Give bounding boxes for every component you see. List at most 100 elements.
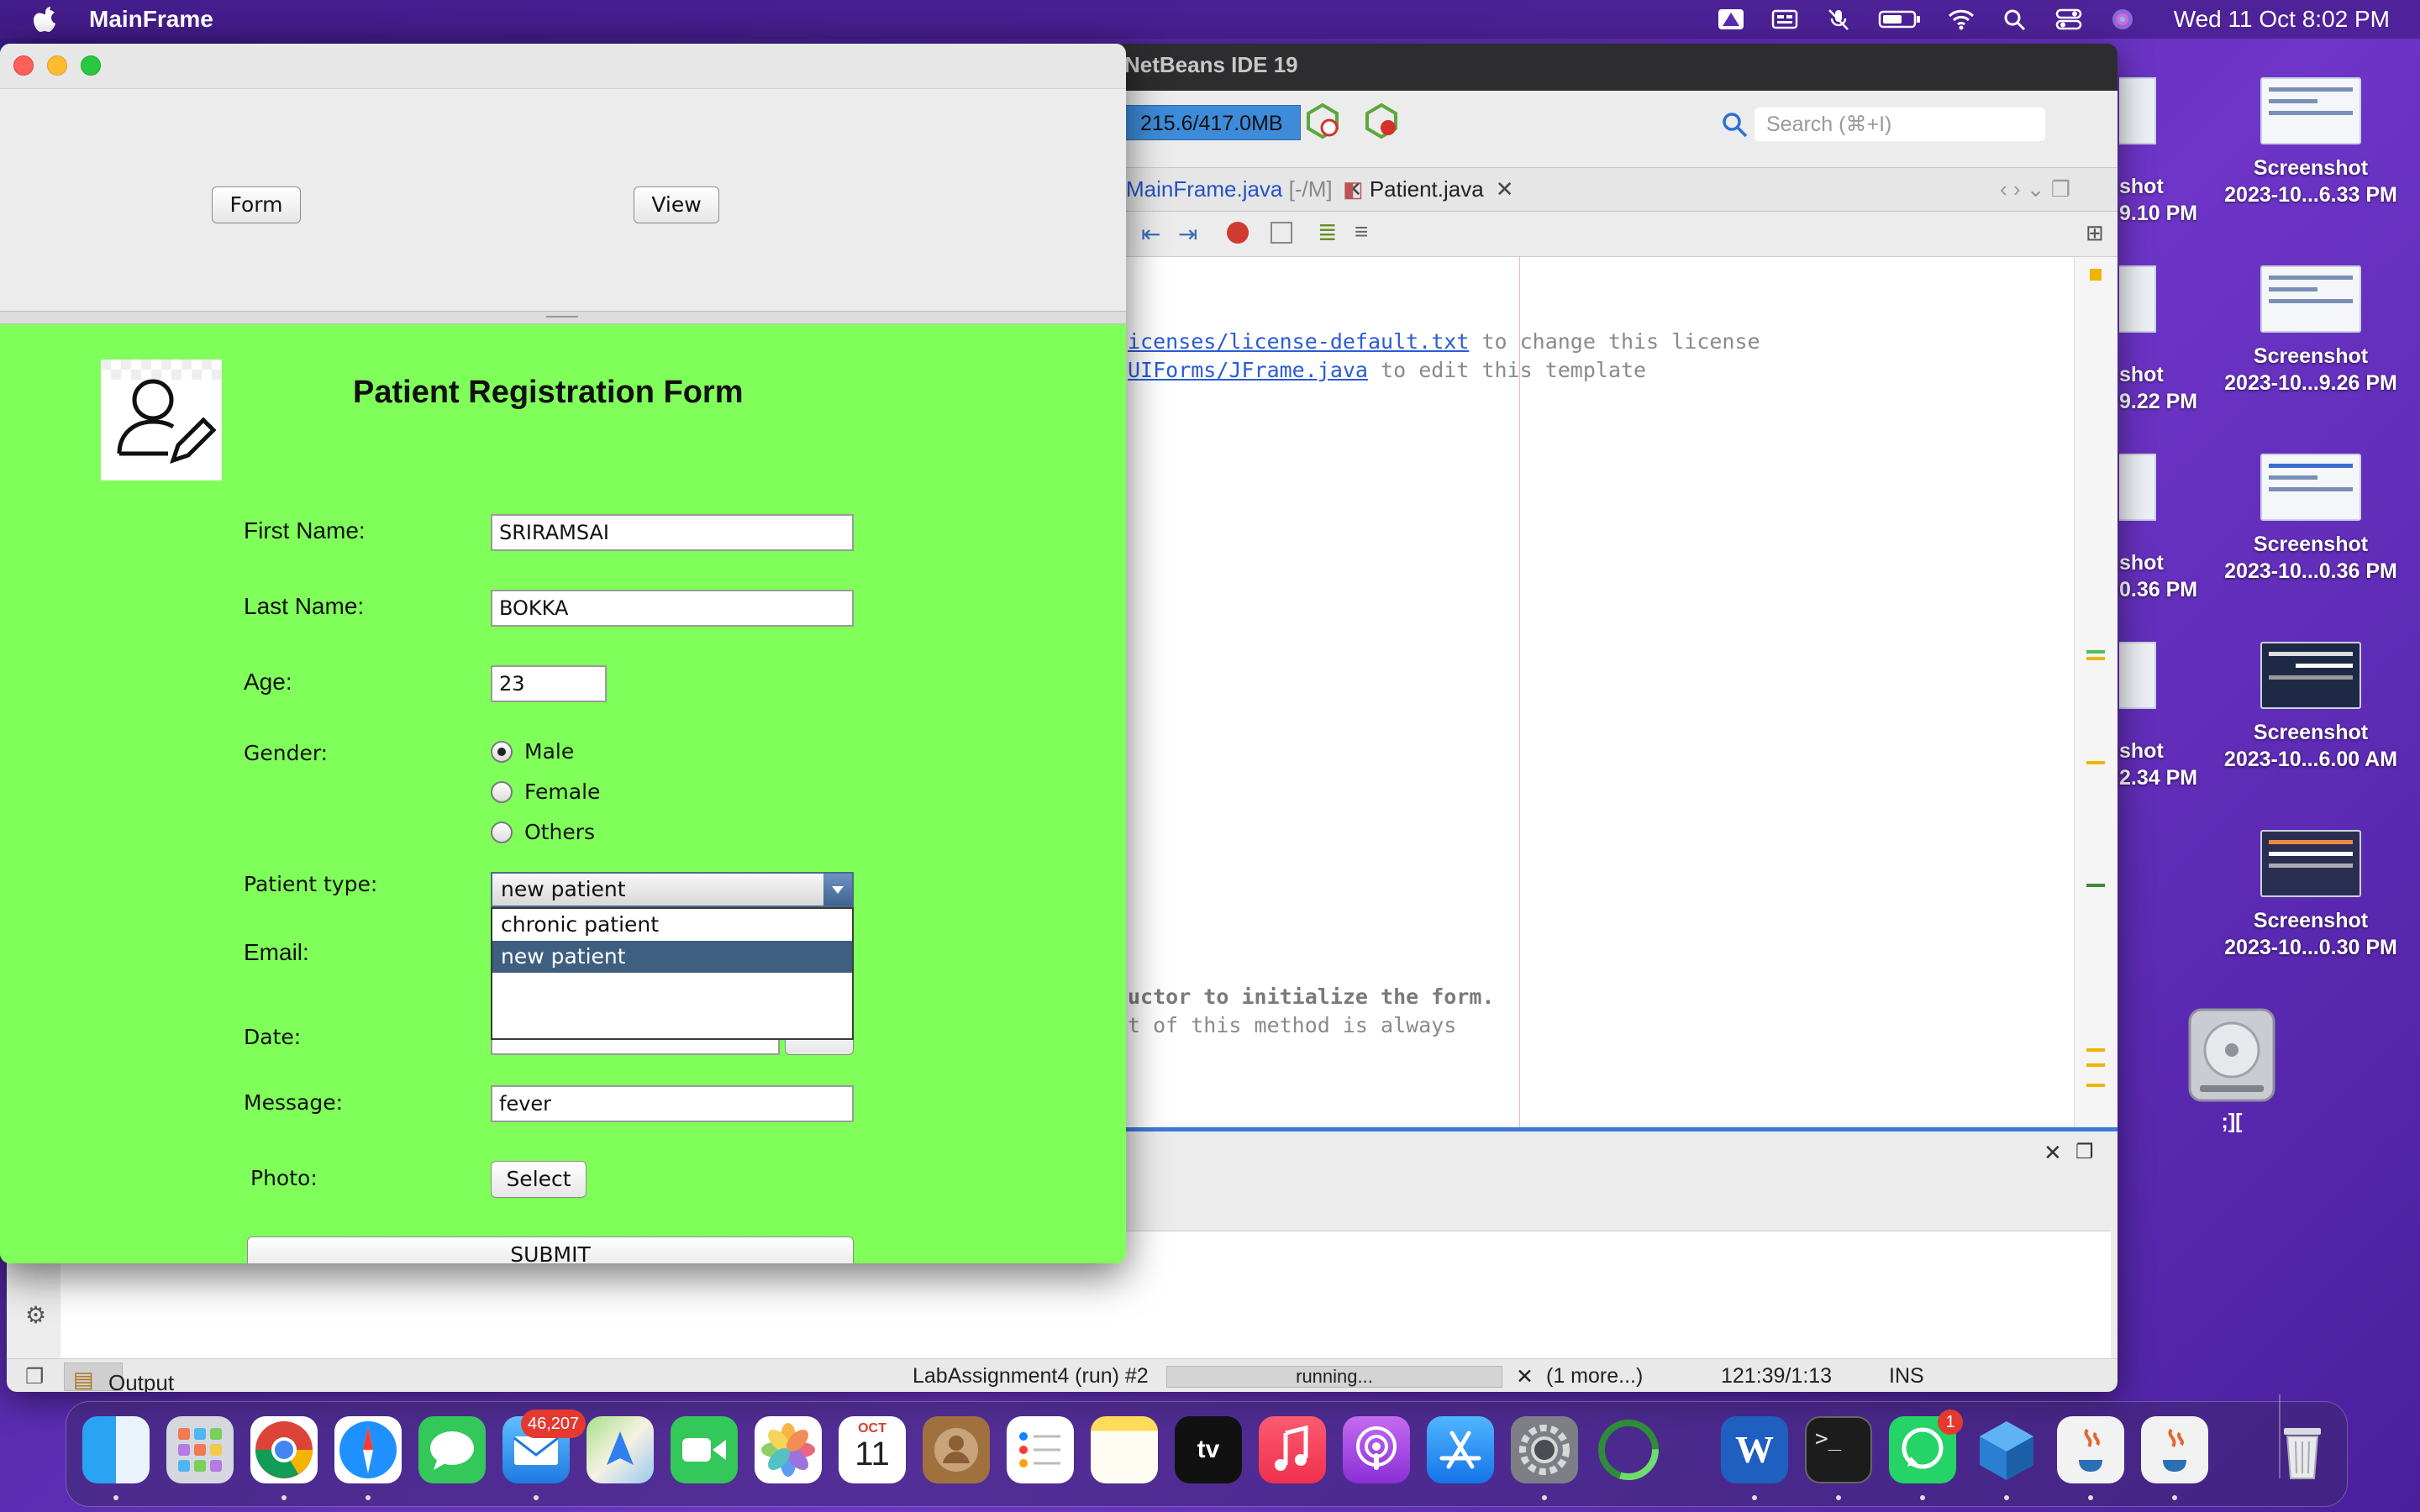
editor-error-stripe[interactable] bbox=[2074, 257, 2118, 1129]
desktop-disk[interactable]: ;][ bbox=[2181, 1005, 2282, 1134]
split-editor-icon[interactable]: ⊞ bbox=[2086, 220, 2104, 246]
photos-icon[interactable] bbox=[755, 1416, 822, 1483]
contacts-icon[interactable] bbox=[923, 1416, 990, 1483]
view-button[interactable]: View bbox=[634, 186, 719, 223]
gender-others-radio[interactable] bbox=[491, 822, 513, 843]
spotlight-icon[interactable] bbox=[2001, 8, 2029, 31]
desktop-screenshot-file[interactable]: Screenshot 2023-10...6.00 AM bbox=[2210, 642, 2412, 773]
close-icon[interactable]: ✕ bbox=[2044, 1140, 2062, 1166]
java-icon[interactable] bbox=[2141, 1416, 2208, 1483]
submit-button[interactable]: SUBMIT bbox=[247, 1236, 854, 1263]
apple-icon[interactable] bbox=[32, 5, 59, 34]
tab-patient-java[interactable]: ◧ Patient.java ✕ bbox=[1343, 176, 1513, 202]
maps-icon[interactable] bbox=[587, 1416, 654, 1483]
caret-position[interactable]: 121:39/1:13 bbox=[1721, 1364, 1832, 1389]
desktop-screenshot-file[interactable]: Screenshot 2023-10...0.36 PM bbox=[2210, 454, 2412, 585]
gender-male-label[interactable]: Male bbox=[524, 739, 574, 764]
app-store-icon[interactable] bbox=[1427, 1416, 1494, 1483]
search-icon[interactable] bbox=[1719, 109, 1749, 139]
form-button[interactable]: Form bbox=[212, 186, 301, 223]
calendar-icon[interactable]: OCT 11 bbox=[839, 1416, 906, 1483]
java-icon[interactable] bbox=[2057, 1416, 2124, 1483]
netbeans-title: NetBeans IDE 19 bbox=[1124, 52, 1298, 77]
notes-icon[interactable] bbox=[1091, 1416, 1158, 1483]
profile-snapshot-icon[interactable] bbox=[1363, 102, 1400, 139]
uncomment-icon[interactable]: ≡ bbox=[1355, 218, 1368, 245]
siri-icon[interactable] bbox=[2108, 8, 2137, 31]
restore-icon[interactable]: ❐ bbox=[2075, 1140, 2094, 1164]
comment-icon[interactable]: ≣ bbox=[1318, 218, 1337, 246]
desktop-screenshot-file-partial[interactable]: shot 9.10 PM bbox=[2119, 173, 2197, 227]
chrome-icon[interactable] bbox=[250, 1416, 318, 1483]
whatsapp-badge: 1 bbox=[1938, 1410, 1963, 1435]
apple-tv-icon[interactable]: tv bbox=[1175, 1416, 1242, 1483]
cancel-run-icon[interactable]: ✕ bbox=[1516, 1364, 1534, 1389]
patient-type-dropdown[interactable]: new patient bbox=[491, 872, 854, 907]
music-icon[interactable] bbox=[1259, 1416, 1326, 1483]
control-center-icon[interactable] bbox=[2054, 8, 2083, 31]
minimize-panel-icon[interactable]: ❐ bbox=[25, 1364, 44, 1389]
output-settings-icon[interactable]: ⚙ bbox=[25, 1301, 46, 1329]
output-tab[interactable]: ▤ Output bbox=[64, 1362, 174, 1392]
more-tasks-link[interactable]: (1 more...) bbox=[1546, 1364, 1643, 1389]
record-macro-icon[interactable] bbox=[1227, 222, 1249, 244]
patient-type-label: Patient type: bbox=[244, 872, 378, 896]
file-name-line2: 2023-10...0.36 PM bbox=[2224, 559, 2397, 583]
chevron-down-icon[interactable] bbox=[823, 874, 852, 906]
desktop-screenshot-file[interactable]: Screenshot 2023-10...6.33 PM bbox=[2210, 77, 2412, 208]
shift-left-icon[interactable]: ⇤ bbox=[1141, 220, 1160, 248]
memory-indicator[interactable]: 215.6/417.0MB bbox=[1124, 105, 1301, 140]
split-pane-divider[interactable] bbox=[0, 311, 1126, 324]
launchpad-icon[interactable] bbox=[166, 1416, 234, 1483]
shift-right-icon[interactable]: ⇥ bbox=[1178, 220, 1197, 248]
stop-macro-icon[interactable] bbox=[1270, 222, 1292, 244]
mic-muted-icon[interactable] bbox=[1824, 8, 1853, 31]
reminders-icon[interactable] bbox=[1007, 1416, 1074, 1483]
finder-icon[interactable] bbox=[82, 1416, 150, 1483]
age-field[interactable]: 23 bbox=[491, 665, 607, 702]
file-thumbnail bbox=[2119, 77, 2156, 144]
system-settings-icon[interactable] bbox=[1511, 1416, 1578, 1483]
insert-mode[interactable]: INS bbox=[1889, 1364, 1924, 1389]
desktop-screenshot-file-partial[interactable]: shot 9.22 PM bbox=[2119, 361, 2197, 415]
desktop-screenshot-file-partial[interactable]: shot 2.34 PM bbox=[2119, 738, 2197, 791]
minimize-window-button[interactable] bbox=[47, 55, 67, 76]
battery-icon[interactable] bbox=[1878, 8, 1922, 31]
menu-clock[interactable]: Wed 11 Oct 8:02 PM bbox=[2174, 6, 2390, 33]
profile-icon[interactable] bbox=[1304, 102, 1341, 139]
google-drive-icon[interactable] bbox=[1717, 8, 1745, 31]
message-field[interactable]: fever bbox=[491, 1085, 854, 1122]
last-name-field[interactable]: BOKKA bbox=[491, 590, 854, 627]
gender-male-radio[interactable] bbox=[491, 741, 513, 763]
messages-icon[interactable] bbox=[418, 1416, 486, 1483]
desktop-screenshot-file[interactable]: Screenshot 2023-10...9.26 PM bbox=[2210, 265, 2412, 396]
option-new-patient[interactable]: new patient bbox=[492, 941, 852, 973]
podcasts-icon[interactable] bbox=[1343, 1416, 1410, 1483]
safari-icon[interactable] bbox=[334, 1416, 402, 1483]
menu-app-name[interactable]: MainFrame bbox=[89, 6, 213, 33]
window-titlebar[interactable] bbox=[0, 44, 1126, 89]
netbeans-icon[interactable] bbox=[1973, 1416, 2040, 1483]
word-icon[interactable]: W bbox=[1721, 1416, 1788, 1483]
gender-others-label[interactable]: Others bbox=[524, 820, 595, 844]
file-thumbnail bbox=[2119, 454, 2156, 521]
wifi-icon[interactable] bbox=[1947, 8, 1975, 31]
tab-nav-arrows[interactable]: ‹ › ⌄ ❐ bbox=[2000, 176, 2070, 202]
file-name-line1: Screenshot bbox=[2253, 533, 2369, 556]
close-window-button[interactable] bbox=[13, 55, 34, 76]
ide-search-input[interactable]: Search (⌘+I) bbox=[1754, 108, 2045, 141]
desktop-screenshot-file-partial[interactable]: shot 0.36 PM bbox=[2119, 549, 2197, 603]
tab-mainframe-java[interactable]: MainFrame.java [-/M] ✕ bbox=[1126, 176, 1362, 202]
activity-indicator-icon[interactable] bbox=[1595, 1416, 1662, 1483]
trash-icon[interactable] bbox=[2269, 1416, 2336, 1483]
terminal-icon[interactable]: >_ bbox=[1805, 1416, 1872, 1483]
gender-female-label[interactable]: Female bbox=[524, 780, 600, 804]
facetime-icon[interactable] bbox=[671, 1416, 738, 1483]
gender-female-radio[interactable] bbox=[491, 781, 513, 803]
input-menu-icon[interactable] bbox=[1770, 8, 1799, 31]
desktop-screenshot-file[interactable]: Screenshot 2023-10...0.30 PM bbox=[2210, 830, 2412, 961]
first-name-field[interactable]: SRIRAMSAI bbox=[491, 514, 854, 551]
option-chronic-patient[interactable]: chronic patient bbox=[492, 909, 852, 941]
select-photo-button[interactable]: Select bbox=[491, 1161, 587, 1198]
zoom-window-button[interactable] bbox=[81, 55, 101, 76]
